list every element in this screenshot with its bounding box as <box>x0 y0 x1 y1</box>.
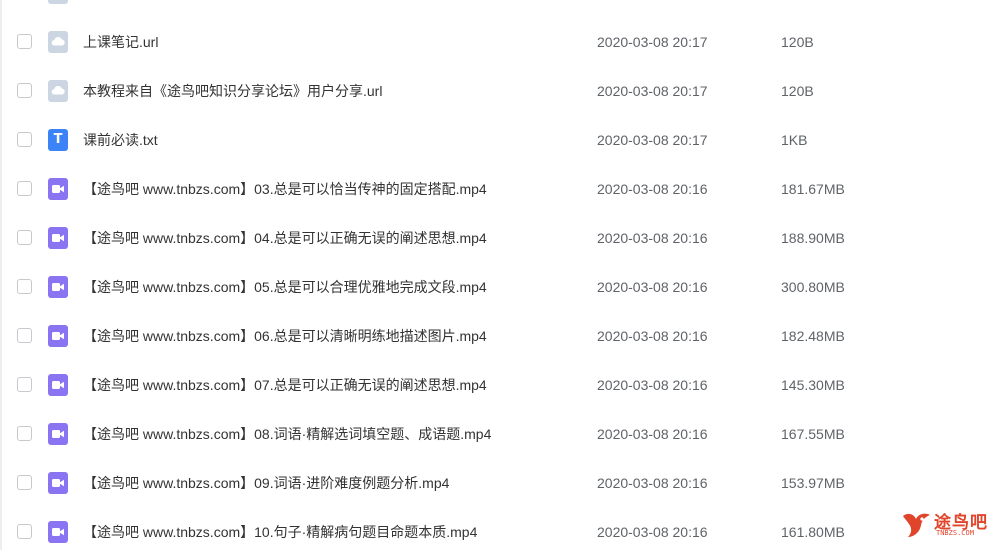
file-row[interactable]: 【途鸟吧 www.tnbzs.com】03.总是可以恰当传神的固定搭配.mp4 … <box>0 167 1000 216</box>
file-name[interactable]: 本教程来自《途鸟吧知识分享论坛》用户分享.url <box>83 69 382 113</box>
file-row[interactable]: 【途鸟吧 www.tnbzs.com】07.总是可以正确无误的阐述思想.mp4 … <box>0 363 1000 412</box>
row-checkbox[interactable] <box>17 181 32 196</box>
file-name[interactable]: 【途鸟吧 www.tnbzs.com】09.词语·进阶难度例题分析.mp4 <box>83 461 449 505</box>
row-checkbox[interactable] <box>17 279 32 294</box>
file-size: 300.80MB <box>781 279 845 295</box>
file-date: 2020-03-08 20:16 <box>597 475 708 491</box>
file-row[interactable]: 【途鸟吧 www.tnbzs.com】06.总是可以清晰明练地描述图片.mp4 … <box>0 314 1000 363</box>
cloud-link-icon <box>48 31 68 53</box>
file-date: 2020-03-08 20:17 <box>597 132 708 148</box>
file-size: 153.97MB <box>781 475 845 491</box>
file-date: 2020-03-08 20:16 <box>597 181 708 197</box>
file-size: 181.67MB <box>781 181 845 197</box>
row-checkbox[interactable] <box>17 475 32 490</box>
file-size: 120B <box>781 34 814 50</box>
file-date: 2020-03-08 20:16 <box>597 328 708 344</box>
file-row[interactable]: 【途鸟吧 www.tnbzs.com】08.词语·精解选词填空题、成语题.mp4… <box>0 412 1000 461</box>
video-file-icon <box>48 227 68 249</box>
bird-logo-icon <box>903 513 930 537</box>
file-name[interactable]: 免费下载10000G小学初中高中学习资源.url <box>83 0 348 15</box>
file-date: 2020-03-08 20:17 <box>597 0 708 15</box>
video-file-icon <box>48 374 68 396</box>
file-date: 2020-03-08 20:16 <box>597 230 708 246</box>
file-date: 2020-03-08 20:17 <box>597 83 708 99</box>
text-file-icon: T <box>48 129 68 151</box>
video-file-icon <box>48 178 68 200</box>
file-row[interactable]: 本教程来自《途鸟吧知识分享论坛》用户分享.url 2020-03-08 20:1… <box>0 69 1000 118</box>
file-row[interactable]: 【途鸟吧 www.tnbzs.com】10.句子·精解病句题目命题本质.mp4 … <box>0 510 1000 559</box>
video-file-icon <box>48 276 68 298</box>
video-file-icon <box>48 472 68 494</box>
file-name[interactable]: 【途鸟吧 www.tnbzs.com】10.句子·精解病句题目命题本质.mp4 <box>83 510 477 554</box>
file-row[interactable]: 【途鸟吧 www.tnbzs.com】04.总是可以正确无误的阐述思想.mp4 … <box>0 216 1000 265</box>
file-name[interactable]: 【途鸟吧 www.tnbzs.com】04.总是可以正确无误的阐述思想.mp4 <box>83 216 487 260</box>
file-name[interactable]: 【途鸟吧 www.tnbzs.com】07.总是可以正确无误的阐述思想.mp4 <box>83 363 487 407</box>
file-size: 161.80MB <box>781 524 845 540</box>
file-size: 120B <box>781 83 814 99</box>
file-date: 2020-03-08 20:17 <box>597 34 708 50</box>
file-size: 120B <box>781 0 814 15</box>
file-row[interactable]: 【途鸟吧 www.tnbzs.com】05.总是可以合理优雅地完成文段.mp4 … <box>0 265 1000 314</box>
file-row[interactable]: 【途鸟吧 www.tnbzs.com】09.词语·进阶难度例题分析.mp4 20… <box>0 461 1000 510</box>
row-checkbox[interactable] <box>17 328 32 343</box>
row-checkbox[interactable] <box>17 83 32 98</box>
row-checkbox[interactable] <box>17 426 32 441</box>
row-checkbox[interactable] <box>17 524 32 539</box>
video-file-icon <box>48 423 68 445</box>
row-checkbox[interactable] <box>17 132 32 147</box>
file-date: 2020-03-08 20:16 <box>597 377 708 393</box>
file-name[interactable]: 【途鸟吧 www.tnbzs.com】05.总是可以合理优雅地完成文段.mp4 <box>83 265 487 309</box>
watermark-logo: 途鸟吧 TNBZS.COM <box>900 508 992 542</box>
video-file-icon <box>48 325 68 347</box>
file-row[interactable]: 免费下载10000G小学初中高中学习资源.url 2020-03-08 20:1… <box>0 0 1000 20</box>
file-size: 145.30MB <box>781 377 845 393</box>
file-date: 2020-03-08 20:16 <box>597 524 708 540</box>
cloud-link-icon <box>48 0 68 4</box>
file-name[interactable]: 课前必读.txt <box>83 118 158 162</box>
file-name[interactable]: 上课笔记.url <box>83 20 158 64</box>
file-row[interactable]: T 课前必读.txt 2020-03-08 20:17 1KB <box>0 118 1000 167</box>
file-size: 182.48MB <box>781 328 845 344</box>
row-checkbox[interactable] <box>17 34 32 49</box>
file-date: 2020-03-08 20:16 <box>597 426 708 442</box>
file-date: 2020-03-08 20:16 <box>597 279 708 295</box>
file-list: 免费下载10000G小学初中高中学习资源.url 2020-03-08 20:1… <box>0 0 1000 559</box>
cloud-link-icon <box>48 80 68 102</box>
file-name[interactable]: 【途鸟吧 www.tnbzs.com】08.词语·精解选词填空题、成语题.mp4 <box>83 412 491 456</box>
row-checkbox[interactable] <box>17 377 32 392</box>
row-checkbox[interactable] <box>17 230 32 245</box>
watermark-subtext: TNBZS.COM <box>936 529 974 537</box>
file-size: 1KB <box>781 132 808 148</box>
file-row[interactable]: 上课笔记.url 2020-03-08 20:17 120B <box>0 20 1000 69</box>
file-size: 167.55MB <box>781 426 845 442</box>
video-file-icon <box>48 521 68 543</box>
file-name[interactable]: 【途鸟吧 www.tnbzs.com】03.总是可以恰当传神的固定搭配.mp4 <box>83 167 487 211</box>
file-name[interactable]: 【途鸟吧 www.tnbzs.com】06.总是可以清晰明练地描述图片.mp4 <box>83 314 487 358</box>
file-size: 188.90MB <box>781 230 845 246</box>
